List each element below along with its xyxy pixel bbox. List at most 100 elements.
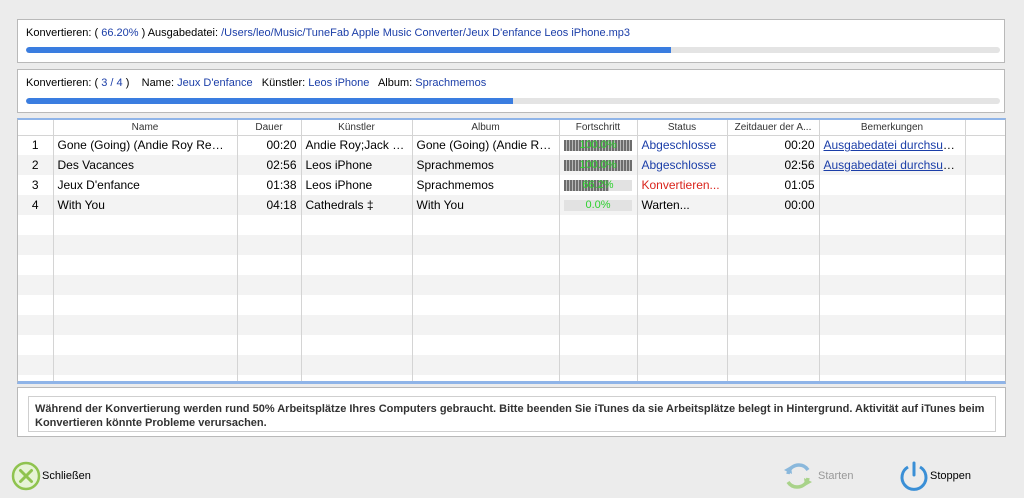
row-artist: Leos iPhone [301, 175, 413, 195]
artist-label: Künstler: [261, 77, 306, 89]
header-filler [965, 120, 1005, 136]
row-remark[interactable]: Ausgabedatei durchsuchen [819, 155, 966, 175]
row-progress-label: 0.0% [585, 198, 611, 211]
empty-cell [637, 235, 728, 255]
header-num[interactable] [18, 120, 54, 136]
empty-cell [819, 255, 966, 275]
row-status: Abgeschlosse [637, 135, 728, 155]
start-button[interactable]: Starten [782, 460, 853, 492]
empty-cell [301, 335, 413, 355]
empty-cell [18, 275, 54, 295]
empty-cell [301, 255, 413, 275]
empty-cell [965, 295, 1005, 315]
album-label: Album: [377, 77, 413, 89]
empty-cell [637, 315, 728, 335]
empty-cell [727, 275, 820, 295]
row-number: 1 [18, 135, 54, 155]
current-track-line: Konvertieren: ( 3 / 4 ) Name: Jeux D'enf… [26, 77, 486, 89]
row-progress: 100.0% [559, 155, 638, 175]
empty-cell [237, 355, 302, 375]
stop-button[interactable]: Stoppen [898, 460, 971, 492]
current-suffix: ) [125, 77, 130, 89]
empty-cell [53, 335, 238, 355]
empty-cell [637, 275, 728, 295]
empty-cell [559, 215, 638, 235]
empty-cell [559, 295, 638, 315]
empty-cell [412, 255, 560, 275]
empty-cell [727, 355, 820, 375]
empty-cell [412, 315, 560, 335]
row-album: Sprachmemos [412, 175, 560, 195]
header-duration[interactable]: Dauer [237, 120, 302, 136]
empty-cell [53, 295, 238, 315]
table-body: 1 Gone (Going) (Andie Roy Remix) 00:20 Andi… [18, 135, 1005, 381]
table-header-row: Name Dauer Künstler Album Fortschritt St… [18, 120, 1005, 136]
browse-output-link[interactable]: Ausgabedatei durchsuchen [824, 138, 965, 152]
table-row[interactable]: 4 With You 04:18 Cathedrals ‡ With You 0.0% Wa… [18, 195, 1005, 215]
row-progress-bar: 0.0% [564, 198, 632, 211]
empty-cell [965, 215, 1005, 235]
current-index: 3 [101, 77, 108, 89]
empty-cell [819, 295, 966, 315]
close-label: Schließen [42, 470, 91, 482]
header-album[interactable]: Album [412, 120, 560, 136]
current-total: 4 [116, 77, 123, 89]
empty-cell [559, 235, 638, 255]
empty-cell [301, 275, 413, 295]
empty-cell [637, 355, 728, 375]
empty-cell [18, 335, 54, 355]
empty-cell [53, 275, 238, 295]
empty-row [18, 295, 1005, 315]
header-status[interactable]: Status [637, 120, 728, 136]
current-progress-bar [26, 98, 1000, 104]
empty-cell [559, 355, 638, 375]
header-progress[interactable]: Fortschritt [559, 120, 638, 136]
empty-cell [18, 215, 54, 235]
empty-cell [559, 335, 638, 355]
start-label: Starten [818, 470, 854, 482]
row-album: Gone (Going) (Andie Ro... [412, 135, 560, 155]
empty-cell [819, 315, 966, 335]
empty-cell [637, 215, 728, 235]
row-progress-label: 100.0% [579, 158, 617, 171]
empty-cell [53, 355, 238, 375]
empty-cell [412, 215, 560, 235]
row-duration: 04:18 [237, 195, 302, 215]
row-artist: Andie Roy;Jack J... [301, 135, 413, 155]
conversion-table-container[interactable]: Name Dauer Künstler Album Fortschritt St… [17, 118, 1006, 384]
overall-prefix: Konvertieren: ( [26, 27, 99, 39]
empty-cell [412, 295, 560, 315]
empty-cell [559, 275, 638, 295]
overall-progress-panel: Konvertieren: ( 66.20% ) Ausgabedatei: /… [17, 19, 1005, 63]
empty-cell [301, 375, 413, 381]
empty-cell [559, 255, 638, 275]
empty-row [18, 355, 1005, 375]
row-progress: 100.0% [559, 135, 638, 155]
header-time[interactable]: Zeitdauer der A... [727, 120, 820, 136]
row-remark[interactable]: Ausgabedatei durchsuchen [819, 135, 966, 155]
row-duration: 00:20 [237, 135, 302, 155]
row-progress-bar: 100.0% [564, 158, 632, 171]
row-duration: 02:56 [237, 155, 302, 175]
empty-cell [301, 215, 413, 235]
name-label: Name: [141, 77, 175, 89]
close-button[interactable]: Schließen [10, 460, 91, 492]
empty-row [18, 275, 1005, 295]
table-row[interactable]: 2 Des Vacances 02:56 Leos iPhone Sprachmemos… [18, 155, 1005, 175]
header-name[interactable]: Name [53, 120, 238, 136]
table-row[interactable]: 1 Gone (Going) (Andie Roy Remix) 00:20 Andi… [18, 135, 1005, 155]
empty-cell [727, 215, 820, 235]
empty-cell [301, 315, 413, 335]
empty-cell [237, 295, 302, 315]
row-remark [819, 175, 966, 195]
overall-progress-line: Konvertieren: ( 66.20% ) Ausgabedatei: /… [26, 27, 630, 39]
header-remarks[interactable]: Bemerkungen [819, 120, 966, 136]
empty-cell [727, 375, 820, 381]
close-x-circle-icon [11, 461, 41, 491]
row-album: Sprachmemos [412, 155, 560, 175]
empty-cell [301, 295, 413, 315]
table-row[interactable]: 3 Jeux D'enfance 01:38 Leos iPhone Sprachmem… [18, 175, 1005, 195]
browse-output-link[interactable]: Ausgabedatei durchsuchen [824, 158, 965, 172]
header-artist[interactable]: Künstler [301, 120, 413, 136]
refresh-arrows-icon [784, 463, 812, 489]
